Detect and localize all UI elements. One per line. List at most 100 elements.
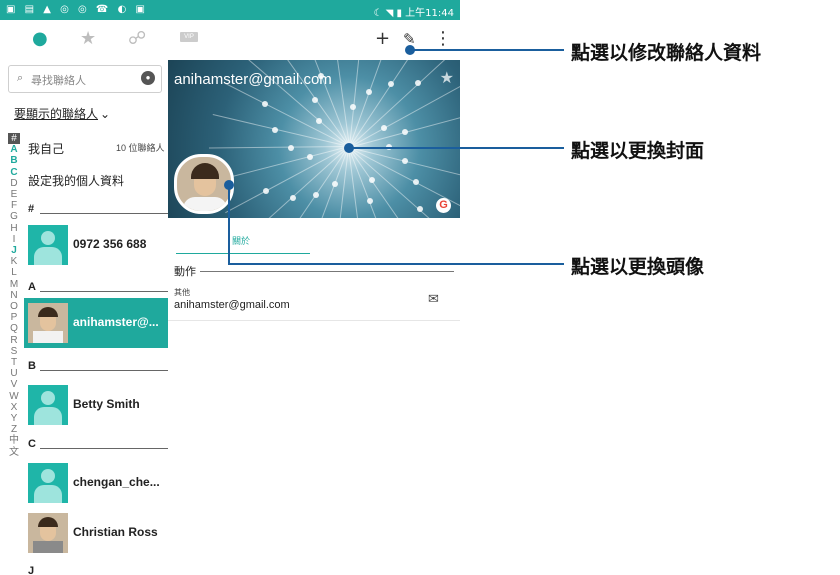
notification-icons: ▣ ▤ ▲ ◎ ◎ ☎ ◐ ▣ [6,4,148,15]
contact-row[interactable]: Christian Ross [24,508,168,558]
section-divider [40,213,168,214]
tab-about[interactable]: 關於 [232,234,250,247]
callout-line-avatar [228,263,564,265]
alphabet-index-letter[interactable]: N [8,290,20,301]
cover-decoration [262,101,269,108]
contact-row[interactable]: 0972 356 688 [24,220,168,270]
contact-row[interactable]: chengan_che... [24,458,168,508]
alphabet-index-letter[interactable]: F [8,200,20,211]
me-label[interactable]: 我自己 [28,140,64,157]
alphabet-index-letter[interactable]: Q [8,323,20,334]
tab-groups-icon[interactable]: ☍ [128,28,146,49]
avatar-photo [28,303,68,343]
callout-line-cover [349,147,564,149]
actions-header: 動作 [174,266,196,278]
cover-decoration [288,144,294,151]
avatar-placeholder-icon [28,463,68,503]
section-header-j: J [28,565,35,575]
avatar-placeholder-icon [28,225,68,265]
alphabet-index-letter[interactable]: J [8,245,20,256]
contacts-filter-dropdown[interactable]: 要顯示的聯絡人 ⌄ [14,105,110,122]
favorite-star-icon[interactable]: ★ [440,68,454,87]
cover-decoration [208,146,349,149]
contact-name: anihamster@... [73,315,159,329]
filter-label: 要顯示的聯絡人 [14,107,99,121]
detail-toolbar: VIP + ✎ ⋮ [168,20,460,60]
cover-decoration [225,146,349,214]
alphabet-index-letter[interactable]: Z [8,424,20,435]
cover-email: anihamster@gmail.com [174,71,332,88]
cover-decoration [315,117,322,124]
alphabet-index-letter[interactable]: B [8,155,20,166]
setup-profile-link[interactable]: 設定我的個人資料 [28,172,124,189]
contact-row[interactable]: Betty Smith [24,380,168,430]
annotation-edit-contact: 點選以修改聯絡人資料 [571,43,762,64]
cover-decoration [289,194,296,201]
contact-list-pane: ● ★ ☍ ⌕ 尋找聯絡人 ● 要顯示的聯絡人 ⌄ # A B C D E F G H I J K L M N… [0,20,169,575]
section-header-hash: # [28,203,35,215]
contact-name: 0972 356 688 [73,237,147,251]
alphabet-index-letter[interactable]: # [8,133,20,145]
contact-name: Betty Smith [73,397,140,411]
section-divider [40,370,168,371]
alphabet-index-letter[interactable]: U [8,368,20,379]
alphabet-index-letter[interactable]: Y [8,413,20,424]
alphabet-index-letter[interactable]: R [8,335,20,346]
alphabet-index-letter[interactable]: G [8,211,20,222]
search-box[interactable]: ⌕ 尋找聯絡人 ● [8,65,162,93]
cover-decoration [416,206,423,213]
email-type-label: 其他 [174,288,190,297]
alphabet-index-letter[interactable]: C [8,167,20,178]
alphabet-index-letter[interactable]: S [8,346,20,357]
signal-icon: ☾ ◥ ▮ [373,8,402,19]
cover-decoration [365,89,372,96]
alphabet-index-letter[interactable]: 中 [8,435,20,446]
tab-contacts-icon[interactable]: ● [32,28,48,49]
alphabet-index-letter[interactable]: P [8,312,20,323]
alphabet-index-letter[interactable]: L [8,267,20,278]
alphabet-index-letter[interactable]: K [8,256,20,267]
cover-decoration [402,128,409,135]
more-options-icon[interactable]: ⋮ [434,28,452,49]
cover-decoration [402,157,409,164]
alphabet-index-letter[interactable]: M [8,279,20,290]
alphabet-index-letter[interactable]: O [8,301,20,312]
contact-detail-pane: VIP + ✎ ⋮ anihamster@gmail.com ★ G 關於 動作 其… [168,20,460,575]
annotation-change-avatar: 點選以更換頭像 [571,257,705,278]
tab-favorites-icon[interactable]: ★ [80,28,96,49]
status-right: ☾ ◥ ▮ 上午11:44 [373,4,454,19]
phone-screen: ▣ ▤ ▲ ◎ ◎ ☎ ◐ ▣ ☾ ◥ ▮ 上午11:44 ● ★ ☍ ⌕ 尋找… [0,0,460,575]
cover-decoration [415,80,422,87]
section-divider [40,448,168,449]
alphabet-index-letter[interactable]: E [8,189,20,200]
contact-count: 10 位聯絡人 [116,143,165,153]
alphabet-index[interactable]: # A B C D E F G H I J K L M N O P Q R S T U V W X Y Z 中文 [8,133,20,458]
alphabet-index-letter[interactable]: X [8,402,20,413]
callout-line-edit [410,49,564,51]
row-divider [168,320,460,321]
cover-decoration [263,188,270,195]
alphabet-index-letter[interactable]: 文 [8,447,20,458]
mic-icon[interactable]: ● [141,71,155,85]
cover-decoration [272,126,278,133]
search-icon: ⌕ [17,71,24,84]
alphabet-index-letter[interactable]: I [8,234,20,245]
cover-decoration [388,80,395,87]
vip-badge[interactable]: VIP [180,32,198,42]
contact-row-selected[interactable]: anihamster@... [24,298,168,348]
alphabet-index-letter[interactable]: T [8,357,20,368]
add-icon[interactable]: + [375,28,390,49]
alphabet-index-letter[interactable]: W [8,391,20,402]
section-header-a: A [28,281,36,293]
tab-indicator [176,253,310,254]
callout-line-avatar-vertical [228,185,230,264]
email-value[interactable]: anihamster@gmail.com [174,299,290,311]
alphabet-index-letter[interactable]: D [8,178,20,189]
contact-name: Christian Ross [73,525,158,539]
section-header-c: C [28,438,36,450]
alphabet-index-letter[interactable]: H [8,223,20,234]
cover-decoration [348,147,367,218]
mail-icon[interactable]: ✉ [428,292,439,307]
alphabet-index-letter[interactable]: V [8,379,20,390]
alphabet-index-letter[interactable]: A [8,144,20,155]
